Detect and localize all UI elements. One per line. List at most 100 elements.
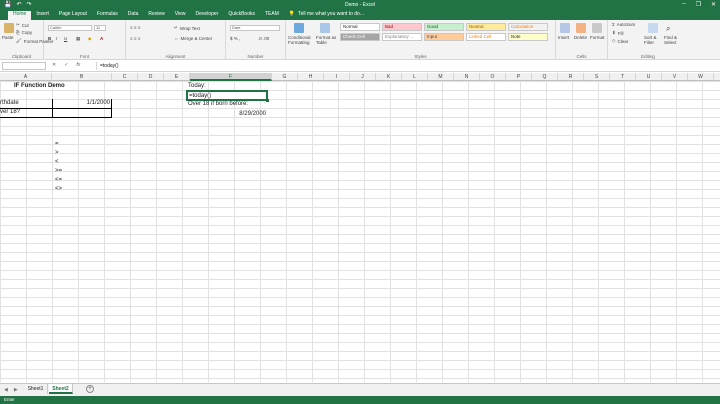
format-cells-icon[interactable] — [592, 23, 602, 33]
column-header-v[interactable]: V — [662, 73, 688, 81]
tab-data[interactable]: Data — [123, 11, 144, 20]
prev-sheet-icon[interactable]: ◀ — [4, 387, 8, 393]
column-header-a[interactable]: A — [0, 73, 52, 81]
cell-birthdate-value[interactable]: 1/1/2000 — [56, 99, 110, 108]
align-top-icon[interactable]: ≡ ≡ ≡ — [130, 25, 140, 30]
style-normal[interactable]: Normal — [340, 23, 380, 31]
cell-birthdate-label[interactable]: rthdate — [0, 99, 19, 108]
paste-icon[interactable] — [4, 23, 14, 33]
cell-operator[interactable]: >= — [55, 167, 62, 176]
tab-insert[interactable]: Insert — [31, 11, 54, 20]
bold-button[interactable]: B — [48, 36, 51, 41]
tab-team[interactable]: TEAM — [260, 11, 284, 20]
style-check-cell[interactable]: Check Cell — [340, 33, 380, 41]
merge-center-button[interactable]: ⇔ Merge & Center — [174, 36, 212, 41]
worksheet-grid[interactable] — [0, 81, 720, 382]
format-as-table-icon[interactable] — [320, 23, 330, 33]
column-header-o[interactable]: O — [480, 73, 506, 81]
tab-quickbooks[interactable]: QuickBooks — [223, 11, 260, 20]
column-header-p[interactable]: P — [506, 73, 532, 81]
style-calculation[interactable]: Calculation — [508, 23, 548, 31]
column-header-b[interactable]: B — [52, 73, 112, 81]
italic-button[interactable]: I — [56, 36, 57, 41]
column-header-d[interactable]: D — [138, 73, 164, 81]
style-input[interactable]: Input — [424, 33, 464, 41]
delete-cells-icon[interactable] — [576, 23, 586, 33]
style-neutral[interactable]: Neutral — [466, 23, 506, 31]
column-header-c[interactable]: C — [112, 73, 138, 81]
currency-icon[interactable]: $ % , — [230, 36, 240, 41]
column-header-h[interactable]: H — [298, 73, 324, 81]
cell-operator[interactable]: <= — [55, 176, 62, 185]
column-header-u[interactable]: U — [636, 73, 662, 81]
column-header-q[interactable]: Q — [532, 73, 558, 81]
add-sheet-button[interactable]: + — [86, 385, 94, 393]
clear-button[interactable]: ◇ Clear — [612, 38, 628, 44]
close-button[interactable]: ✕ — [711, 1, 716, 8]
cell-operator[interactable]: < — [55, 158, 59, 167]
cell-born-before-label[interactable]: Over 18 if born before: — [188, 100, 248, 109]
tab-home[interactable]: Home — [8, 11, 32, 20]
sort-filter-button[interactable]: Sort & Filter — [644, 35, 662, 45]
column-header-r[interactable]: R — [558, 73, 584, 81]
column-header-x[interactable]: X — [714, 73, 720, 81]
cell-born-before-value[interactable]: 8/29/2000 — [188, 110, 266, 119]
column-header-n[interactable]: N — [454, 73, 480, 81]
insert-cells-button[interactable]: Insert — [558, 35, 569, 40]
tab-page-layout[interactable]: Page Layout — [54, 11, 92, 20]
format-as-table-button[interactable]: Format as Table — [316, 35, 338, 45]
decimal-icon[interactable]: .0 .00 — [258, 36, 269, 41]
sheet-tab-sheet1[interactable]: Sheet1 — [24, 384, 48, 394]
column-header-g[interactable]: G — [272, 73, 298, 81]
delete-cells-button[interactable]: Delete — [574, 35, 587, 40]
name-box[interactable] — [2, 62, 46, 70]
column-header-i[interactable]: I — [324, 73, 350, 81]
tab-review[interactable]: Review — [143, 11, 169, 20]
column-header-w[interactable]: W — [688, 73, 714, 81]
conditional-formatting-button[interactable]: Conditional Formatting — [288, 35, 314, 45]
wrap-text-button[interactable]: ↵ Wrap Text — [174, 25, 200, 31]
next-sheet-icon[interactable]: ▶ — [14, 387, 18, 393]
cell-operator[interactable]: = — [55, 140, 59, 149]
cancel-icon[interactable]: ✕ — [52, 62, 56, 68]
align-left-icon[interactable]: ≡ ≡ ≡ — [130, 36, 140, 41]
insert-cells-icon[interactable] — [560, 23, 570, 33]
tab-view[interactable]: View — [170, 11, 191, 20]
column-header-l[interactable]: L — [402, 73, 428, 81]
copy-button[interactable]: ⎘ Copy — [16, 30, 32, 35]
cut-button[interactable]: ✂ Cut — [16, 22, 29, 28]
fill-handle[interactable] — [266, 99, 269, 102]
paste-button[interactable]: Paste — [2, 35, 14, 40]
fill-color-icon[interactable]: ◆ — [88, 36, 91, 42]
column-header-m[interactable]: M — [428, 73, 454, 81]
font-name-dropdown[interactable]: Calibri — [48, 25, 92, 31]
binoculars-icon[interactable]: ⌕ — [666, 24, 670, 34]
tab-formulas[interactable]: Formulas — [92, 11, 123, 20]
style-note[interactable]: Note — [508, 33, 548, 41]
column-header-f[interactable]: F — [190, 73, 272, 81]
style-linked-cell[interactable]: Linked Cell — [466, 33, 506, 41]
cell-over18-label[interactable]: ver 18? — [0, 108, 20, 117]
fill-button[interactable]: ⬇ Fill — [612, 30, 624, 36]
cell-today-input[interactable]: =today() — [189, 92, 211, 100]
tell-me-box[interactable]: 💡 Tell me what you want to do... — [284, 11, 369, 20]
sheet-tab-sheet2[interactable]: Sheet2 — [49, 384, 73, 394]
style-explanatory[interactable]: Explanatory ... — [382, 33, 422, 41]
enter-icon[interactable]: ✓ — [64, 62, 68, 68]
cell-operator[interactable]: > — [55, 149, 59, 158]
minimize-button[interactable]: – — [682, 1, 685, 8]
conditional-formatting-icon[interactable] — [294, 23, 304, 33]
column-header-t[interactable]: T — [610, 73, 636, 81]
column-header-s[interactable]: S — [584, 73, 610, 81]
cell-title[interactable]: IF Function Demo — [14, 82, 65, 91]
tab-developer[interactable]: Developer — [191, 11, 224, 20]
font-size-dropdown[interactable]: 11 — [94, 25, 106, 31]
sort-filter-icon[interactable] — [648, 23, 658, 33]
column-header-e[interactable]: E — [164, 73, 190, 81]
restore-button[interactable]: ❐ — [696, 1, 701, 8]
format-cells-button[interactable]: Format — [590, 35, 604, 40]
autosum-button[interactable]: Σ AutoSum — [612, 22, 635, 27]
fx-icon[interactable]: fx — [76, 62, 80, 68]
cell-operator[interactable]: <> — [55, 185, 62, 194]
column-header-k[interactable]: K — [376, 73, 402, 81]
